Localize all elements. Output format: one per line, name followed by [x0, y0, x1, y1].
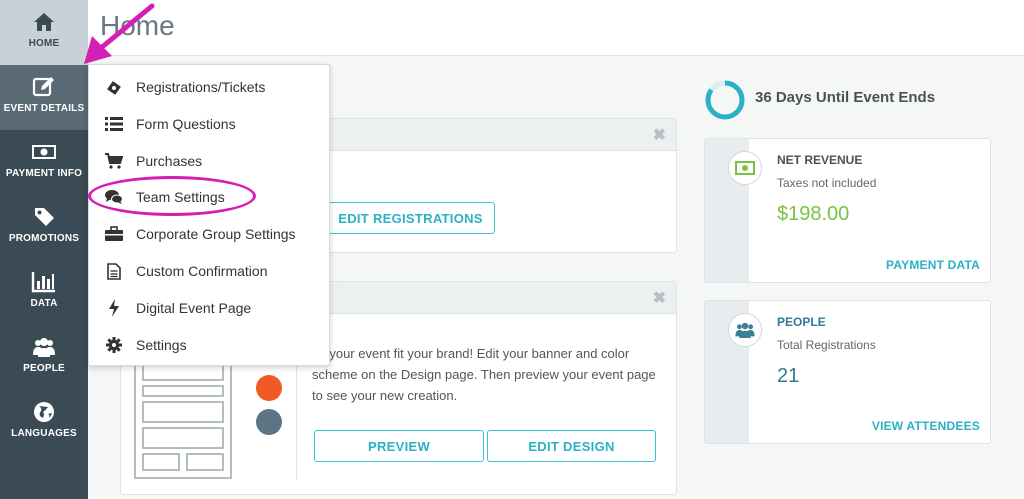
people-value: 21 — [777, 365, 800, 387]
sidebar-item-payment-info[interactable]: PAYMENT INFO — [0, 130, 88, 195]
highlight-ellipse — [88, 176, 256, 216]
list-icon — [104, 115, 124, 133]
edit-design-button[interactable]: EDIT DESIGN — [487, 430, 656, 462]
menu-item-label: Custom Confirmation — [136, 263, 268, 279]
menu-item-label: Digital Event Page — [136, 300, 252, 316]
sidebar-item-label: DATA — [30, 298, 58, 309]
edit-registrations-button[interactable]: EDIT REGISTRATIONS — [326, 202, 495, 234]
menu-item-custom-confirmation[interactable]: Custom Confirmation — [89, 254, 331, 288]
sidebar-item-promotions[interactable]: PROMOTIONS — [0, 195, 88, 260]
sidebar-item-label: EVENT DETAILS — [3, 103, 85, 114]
briefcase-icon — [104, 225, 124, 243]
color-swatch-orange — [256, 375, 282, 401]
ticket-icon — [104, 78, 124, 96]
preview-button[interactable]: PREVIEW — [314, 430, 484, 462]
sidebar-item-label: LANGUAGES — [11, 428, 77, 439]
menu-item-form-questions[interactable]: Form Questions — [89, 107, 331, 141]
sidebar-item-label: PEOPLE — [23, 363, 65, 374]
money-icon — [32, 145, 56, 159]
menu-item-corporate-group-settings[interactable]: Corporate Group Settings — [89, 217, 331, 251]
cart-icon — [104, 152, 124, 170]
color-swatch-slate — [256, 409, 282, 435]
edit-icon — [32, 77, 54, 97]
menu-item-label: Form Questions — [136, 116, 236, 132]
net-revenue-card: NET REVENUE Taxes not included $198.00 P… — [704, 138, 991, 283]
document-icon — [104, 262, 124, 280]
globe-icon — [34, 402, 54, 422]
menu-item-digital-event-page[interactable]: Digital Event Page — [89, 291, 331, 325]
people-card: PEOPLE Total Registrations 21 VIEW ATTEN… — [704, 300, 991, 444]
menu-item-label: Settings — [136, 337, 187, 353]
people-title: PEOPLE — [777, 315, 826, 329]
menu-item-label: Corporate Group Settings — [136, 226, 296, 242]
sidebar-item-label: PROMOTIONS — [8, 233, 80, 244]
menu-item-label: Purchases — [136, 153, 203, 169]
sidebar-item-label: PAYMENT INFO — [5, 168, 83, 179]
revenue-subtitle: Taxes not included — [777, 176, 877, 190]
view-attendees-link[interactable]: VIEW ATTENDEES — [872, 419, 980, 433]
countdown-text: 36 Days Until Event Ends — [755, 89, 936, 106]
tag-icon — [35, 208, 54, 226]
menu-item-settings[interactable]: Settings — [89, 328, 331, 362]
close-icon[interactable]: ✖ — [653, 288, 666, 308]
annotation-arrow-icon — [84, 3, 155, 64]
revenue-value: $198.00 — [777, 203, 850, 225]
money-icon — [728, 151, 762, 185]
gear-icon — [104, 336, 124, 354]
menu-item-purchases[interactable]: Purchases — [89, 144, 331, 178]
payment-data-link[interactable]: PAYMENT DATA — [886, 258, 980, 272]
people-icon — [728, 313, 762, 347]
page-layout-illustration — [134, 351, 232, 479]
event-details-menu: Registrations/Tickets Form Questions Pur… — [88, 64, 330, 366]
people-icon — [33, 338, 55, 357]
sidebar-item-languages[interactable]: LANGUAGES — [0, 390, 88, 455]
home-icon — [34, 13, 54, 31]
lightning-icon — [104, 299, 124, 317]
people-subtitle: Total Registrations — [777, 338, 876, 352]
menu-item-label: Registrations/Tickets — [136, 79, 266, 95]
revenue-title: NET REVENUE — [777, 153, 863, 167]
top-bar — [88, 0, 1024, 56]
countdown-ring — [705, 80, 745, 120]
close-icon[interactable]: ✖ — [653, 125, 666, 145]
design-description: ke your event fit your brand! Edit your … — [312, 346, 656, 403]
bar-chart-icon — [31, 272, 55, 293]
sidebar-item-people[interactable]: PEOPLE — [0, 325, 88, 390]
sidebar-item-data[interactable]: DATA — [0, 260, 88, 325]
